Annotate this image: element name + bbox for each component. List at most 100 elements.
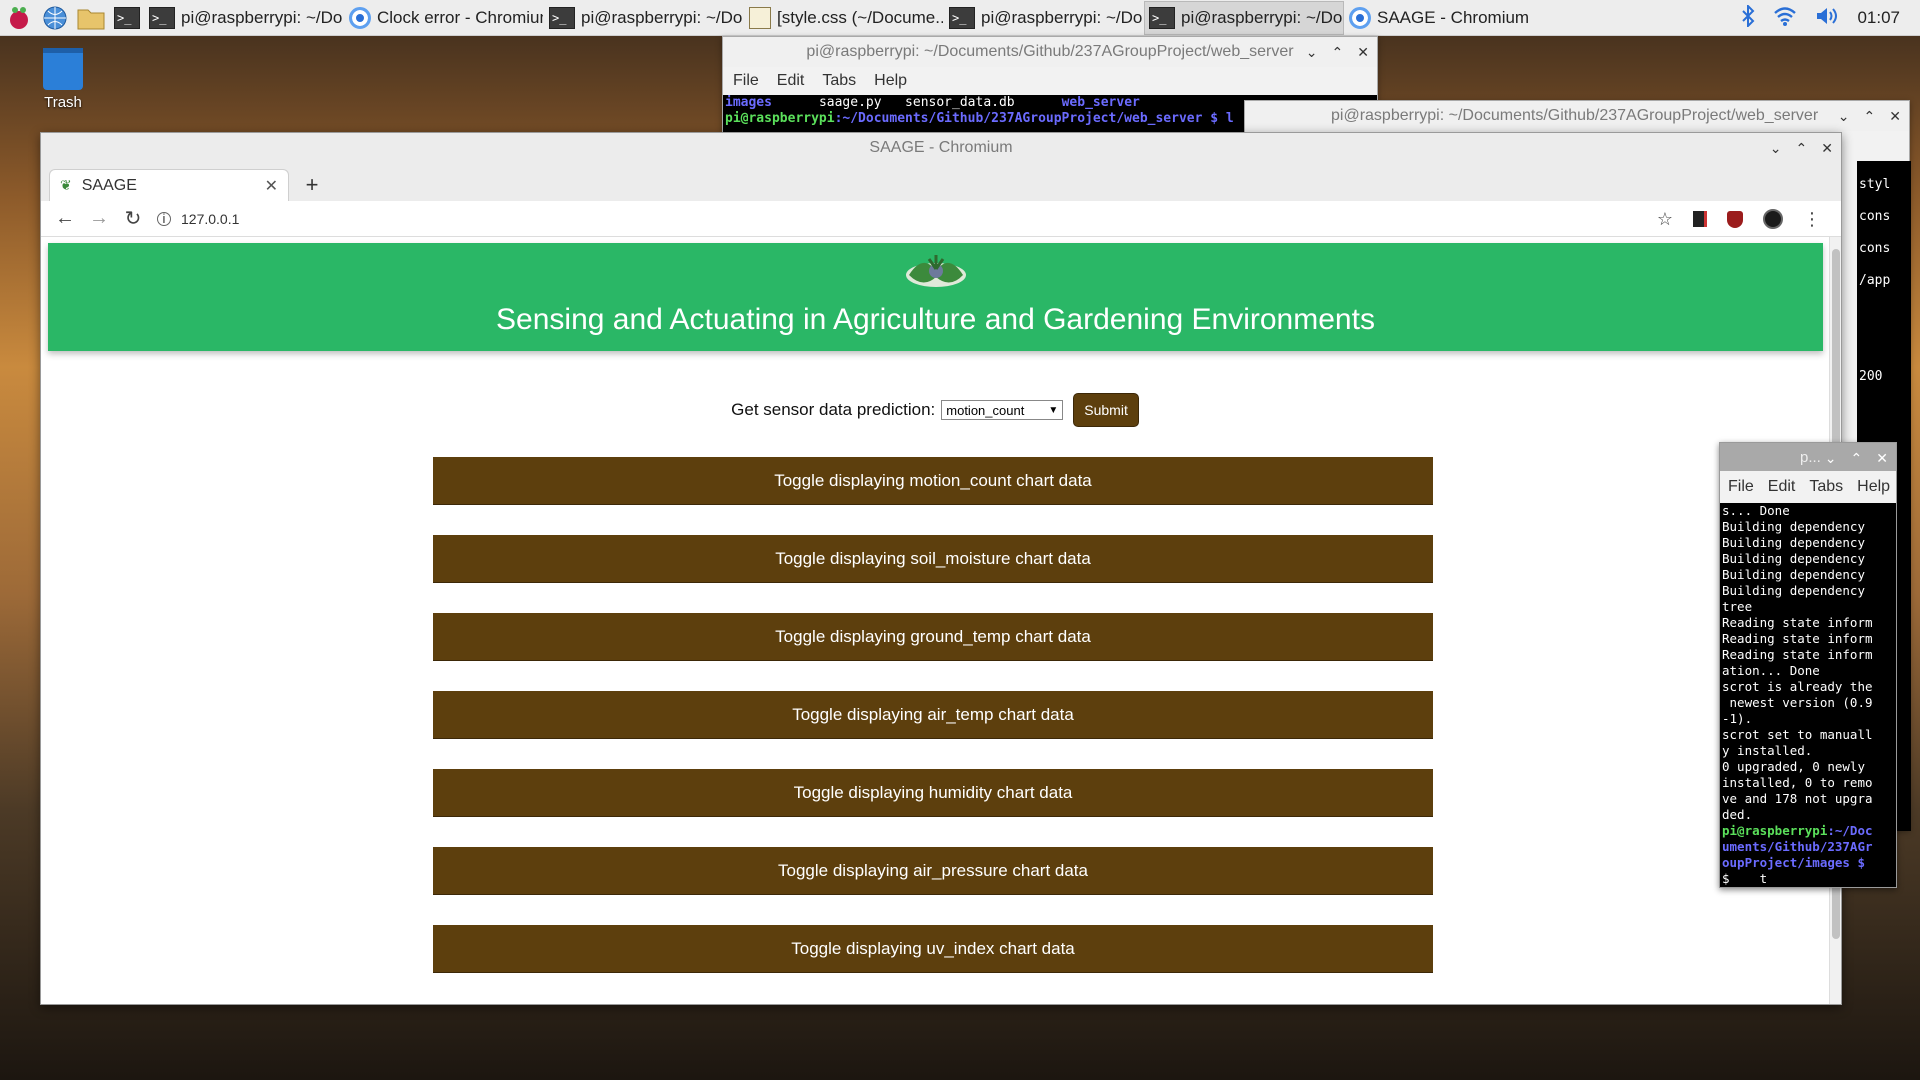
prompt-user: pi@raspberrypi [1722, 823, 1828, 838]
file-manager-icon[interactable] [74, 1, 108, 35]
terminal-line: -1). [1722, 711, 1753, 726]
minimize-icon[interactable]: ⌄ [1770, 140, 1782, 157]
chart-toggle-list: Toggle displaying motion_count chart dat… [433, 457, 1433, 1003]
trash-label: Trash [44, 94, 82, 111]
taskbar-task-3[interactable]: [style.css (~/Docume... [744, 1, 944, 35]
terminal-line: styl [1859, 177, 1891, 192]
plant-logo-icon [905, 255, 966, 287]
taskbar-task-5[interactable]: >_ pi@raspberrypi: ~/Do... [1144, 0, 1344, 35]
page-viewport[interactable]: Sensing and Actuating in Agriculture and… [41, 237, 1829, 1004]
reload-icon[interactable]: ↻ [123, 206, 143, 231]
tab-close-icon[interactable]: ✕ [265, 176, 278, 196]
minimize-icon[interactable]: ⌄ [1838, 108, 1850, 125]
terminal-line: cons [1859, 209, 1891, 224]
menu-help[interactable]: Help [874, 72, 907, 90]
menu-tabs[interactable]: Tabs [1809, 478, 1843, 496]
menu-tabs[interactable]: Tabs [822, 72, 856, 90]
toggle-soil-moisture-button[interactable]: Toggle displaying soil_moisture chart da… [433, 535, 1433, 583]
volume-icon[interactable] [1815, 6, 1839, 31]
terminal-line: ation... Done [1722, 663, 1820, 678]
taskbar-task-1[interactable]: Clock error - Chromium [344, 1, 544, 35]
url-text[interactable]: 127.0.0.1 [181, 211, 239, 227]
toggle-motion-count-button[interactable]: Toggle displaying motion_count chart dat… [433, 457, 1433, 505]
page-header: Sensing and Actuating in Agriculture and… [48, 243, 1823, 351]
plant-favicon-icon: ❦ [60, 177, 72, 193]
taskbar-task-4[interactable]: >_ pi@raspberrypi: ~/Do... [944, 1, 1144, 35]
terminal-cursor-line: $ t [1722, 871, 1768, 886]
trash-desktop-icon[interactable]: Trash [38, 48, 88, 111]
menu-help[interactable]: Help [1857, 478, 1890, 496]
terminal-line: /app [1859, 273, 1891, 288]
ublock-icon[interactable] [1727, 210, 1743, 228]
window-title: pi@raspberrypi: ~/Documents/Github/237AG… [1331, 107, 1819, 124]
web-browser-icon[interactable] [38, 1, 72, 35]
browser-titlebar[interactable]: SAAGE - Chromium ⌄ ⌃ ✕ [41, 133, 1841, 163]
minimize-icon[interactable]: ⌄ [1825, 450, 1837, 467]
terminal-line: Building dependency [1722, 583, 1865, 598]
terminal-titlebar[interactable]: pi@raspberrypi: ~/Documents/Github/237AG… [723, 37, 1377, 67]
info-icon[interactable]: i [157, 211, 171, 226]
maximize-icon[interactable]: ⌃ [1864, 108, 1876, 125]
menu-edit[interactable]: Edit [1768, 478, 1796, 496]
bluetooth-icon[interactable] [1741, 3, 1755, 32]
new-tab-button[interactable]: + [297, 169, 327, 201]
terminal-line: scrot set to manuall [1722, 727, 1873, 742]
chromium-window[interactable]: SAAGE - Chromium ⌄ ⌃ ✕ ❦ SAAGE ✕ + ← → ↻ i… [40, 132, 1842, 1005]
tab-strip: ❦ SAAGE ✕ + [41, 163, 1841, 201]
taskbar-task-2[interactable]: >_ pi@raspberrypi: ~/Do... [544, 1, 744, 35]
taskbar-task-6[interactable]: SAAGE - Chromium [1344, 1, 1544, 35]
terminal-line: Reading state inform [1722, 647, 1873, 662]
address-bar[interactable]: i 127.0.0.1 [157, 211, 239, 227]
terminal-line: Building dependency [1722, 567, 1865, 582]
submit-button[interactable]: Submit [1073, 393, 1139, 427]
terminal-line: 0 upgraded, 0 newly [1722, 759, 1865, 774]
wifi-icon[interactable] [1773, 6, 1797, 31]
forward-icon[interactable]: → [89, 207, 109, 230]
maximize-icon[interactable]: ⌃ [1332, 44, 1344, 61]
maximize-icon[interactable]: ⌃ [1851, 450, 1863, 467]
menu-file[interactable]: File [733, 72, 759, 90]
close-icon[interactable]: ✕ [1821, 140, 1833, 157]
close-icon[interactable]: ✕ [1357, 44, 1369, 61]
toggle-humidity-button[interactable]: Toggle displaying humidity chart data [433, 769, 1433, 817]
ls-entry: sensor_data.db [905, 95, 1015, 110]
taskbar-task-0[interactable]: >_ pi@raspberrypi: ~/Do... [144, 1, 344, 35]
terminal-titlebar[interactable]: pi@raspberrypi: ~/Documents/Github/237AG… [1245, 101, 1909, 131]
terminal-line: Reading state inform [1722, 615, 1873, 630]
bookmark-star-icon[interactable]: ☆ [1657, 209, 1673, 230]
terminal-launcher-icon[interactable]: >_ [110, 1, 144, 35]
close-icon[interactable]: ✕ [1876, 450, 1888, 467]
raspberry-menu-icon[interactable] [2, 1, 36, 35]
task-label: pi@raspberrypi: ~/Do... [981, 7, 1144, 27]
menu-kebab-icon[interactable]: ⋮ [1803, 209, 1821, 230]
window-title: p... [1800, 448, 1821, 466]
profile-avatar-icon[interactable] [1763, 209, 1783, 229]
toggle-ground-temp-button[interactable]: Toggle displaying ground_temp chart data [433, 613, 1433, 661]
toggle-air-pressure-button[interactable]: Toggle displaying air_pressure chart dat… [433, 847, 1433, 895]
page-title: Sensing and Actuating in Agriculture and… [496, 303, 1375, 336]
menu-edit[interactable]: Edit [777, 72, 805, 90]
terminal-menubar: File Edit Tabs Help [1720, 471, 1896, 503]
taskbar: >_ >_ pi@raspberrypi: ~/Do... Clock error… [0, 0, 1920, 36]
close-icon[interactable]: ✕ [1889, 108, 1901, 125]
browser-toolbar: ← → ↻ i 127.0.0.1 ☆ ⋮ [41, 201, 1841, 237]
minimize-icon[interactable]: ⌄ [1306, 44, 1318, 61]
terminal-line: cons [1859, 241, 1891, 256]
back-icon[interactable]: ← [55, 207, 75, 230]
toggle-air-temp-button[interactable]: Toggle displaying air_temp chart data [433, 691, 1433, 739]
terminal-window-small[interactable]: p... ⌄ ⌃ ✕ File Edit Tabs Help s... Done Bu… [1719, 442, 1897, 888]
clock[interactable]: 01:07 [1857, 8, 1900, 28]
menu-file[interactable]: File [1728, 478, 1754, 496]
terminal-menubar: File Edit Tabs Help [723, 67, 1377, 95]
terminal-titlebar[interactable]: p... ⌄ ⌃ ✕ [1720, 443, 1896, 471]
terminal-line: installed, 0 to remo [1722, 775, 1873, 790]
terminal-output[interactable]: s... Done Building dependency Building dep… [1720, 503, 1896, 887]
tab-title: SAAGE [81, 176, 137, 194]
ls-entry: images [725, 95, 772, 110]
system-tray: 01:07 [1741, 0, 1920, 36]
sensor-select[interactable]: motion_count ▼ [941, 400, 1064, 420]
browser-tab-saage[interactable]: ❦ SAAGE ✕ [49, 169, 289, 201]
extension-icon[interactable] [1693, 211, 1707, 227]
maximize-icon[interactable]: ⌃ [1796, 140, 1808, 157]
toggle-uv-index-button[interactable]: Toggle displaying uv_index chart data [433, 925, 1433, 973]
